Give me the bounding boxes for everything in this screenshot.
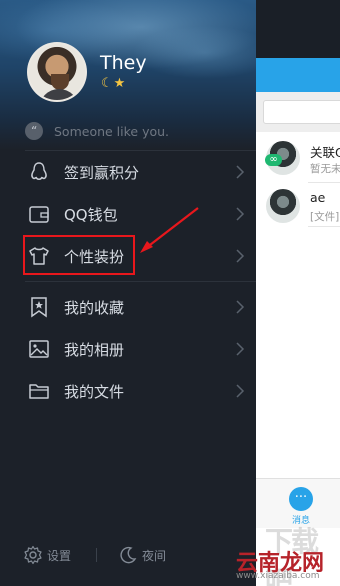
bookmark-star-icon [31,297,47,318]
watermark-url: www.xiazaiba.com [236,571,320,581]
menu-item-label: 我的相册 [64,341,125,359]
folder-icon [29,384,49,399]
divider [308,182,340,183]
side-drawer: They ☾★ “ Someone like you. 签到赢积分 QQ钱包 个… [0,0,256,586]
divider [308,226,340,227]
menu-item-favorites[interactable]: 我的收藏 [0,286,256,328]
level-badges[interactable]: ☾★ [101,76,126,91]
settings-button[interactable]: 设置 [47,547,71,564]
menu-item-label: 我的收藏 [64,299,125,317]
bottom-separator [96,548,97,562]
chevron-right-icon [236,384,245,398]
avatar-beard [51,74,69,90]
conversation-preview: 暂无未 [310,163,340,175]
quote-icon: “ [25,122,43,140]
conversation-avatar [266,189,300,223]
conversation-title: ae [310,190,326,205]
search-input[interactable] [263,100,340,124]
penguin-icon [31,162,47,180]
chevron-right-icon [236,207,245,221]
signature-text: Someone like you. [54,123,170,139]
chevron-right-icon [236,165,245,179]
divider [25,281,256,282]
menu-item-album[interactable]: 我的相册 [0,328,256,370]
photo-album-icon [29,340,49,358]
main-screen-peek[interactable]: ∞ 关联Q 暂无未 ae [文件] ··· 消息 [256,58,340,586]
menu-item-label: 签到赢积分 [64,164,140,182]
menu-item-checkin[interactable]: 签到赢积分 [0,151,256,193]
moon-icon: ☾ [101,76,114,91]
message-bubble-icon[interactable]: ··· [289,487,313,511]
search-area [256,92,340,132]
infinity-icon: ∞ [265,154,282,166]
chevron-right-icon [236,342,245,356]
menu-item-label: QQ钱包 [64,206,118,224]
moon-icon[interactable] [118,545,138,565]
wallet-icon [29,206,49,223]
avatar[interactable] [27,42,87,102]
menu-item-label: 我的文件 [64,383,125,401]
menu-item-files[interactable]: 我的文件 [0,370,256,412]
conversation-preview: [文件] [310,211,340,223]
chevron-right-icon [236,249,245,263]
profile-name[interactable]: They [100,52,147,74]
conversation-item[interactable]: ∞ 关联Q 暂无未 [256,136,340,182]
menu-item-wallet[interactable]: QQ钱包 [0,193,256,235]
highlight-box [23,235,135,275]
conversation-title: 关联Q [310,145,340,160]
drawer-bottom-bar: 设置 夜间 [0,538,256,572]
annotation-arrow-icon [140,207,199,253]
signature-row[interactable]: “ Someone like you. [25,121,169,141]
chevron-right-icon [236,300,245,314]
gear-icon[interactable] [23,545,43,565]
night-mode-button[interactable]: 夜间 [142,547,166,564]
main-header [256,58,340,92]
star-icon: ★ [113,76,127,91]
conversation-item[interactable]: ae [文件] [256,184,340,230]
